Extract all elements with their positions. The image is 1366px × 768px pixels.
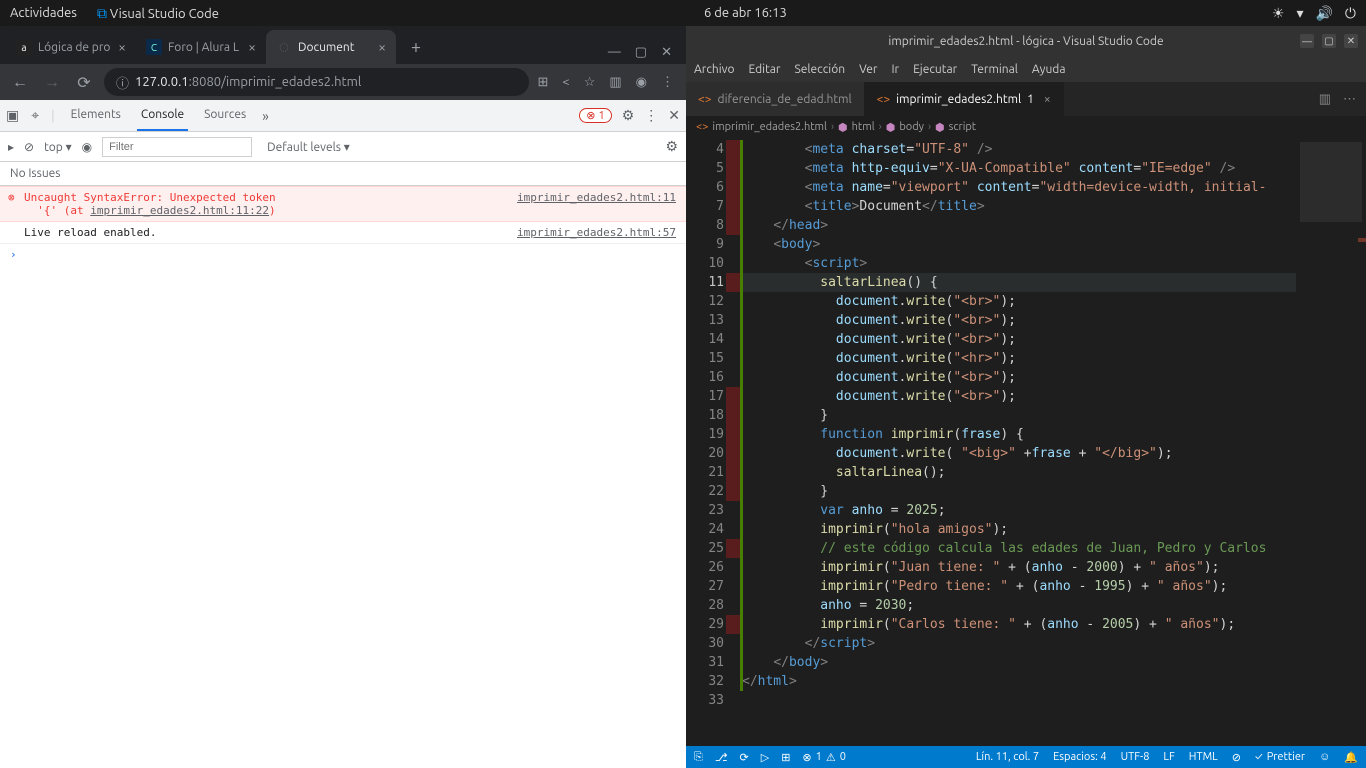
editor-tab-0[interactable]: <>diferencia_de_edad.html [686, 82, 865, 116]
kebab-icon[interactable]: ⋮ [644, 107, 658, 124]
chrome-toolbar: ← → ⟳ ⓘ 127.0.0.1:8080/imprimir_edades2.… [0, 64, 686, 100]
vscode-window: imprimir_edades2.html - lógica - Visual … [686, 26, 1366, 768]
close-icon[interactable]: ✕ [1344, 34, 1358, 48]
address-bar[interactable]: ⓘ 127.0.0.1:8080/imprimir_edades2.html [104, 68, 529, 96]
minimap[interactable] [1296, 138, 1366, 746]
close-window-icon[interactable]: ✕ [661, 45, 672, 60]
power-icon: ⏻ [1345, 5, 1356, 22]
filter-input[interactable] [102, 137, 252, 157]
share-icon[interactable]: < [562, 75, 569, 90]
console-tab[interactable]: Console [137, 100, 188, 131]
inspect-icon[interactable]: ▣ [6, 107, 19, 124]
context-selector[interactable]: top ▾ [44, 140, 72, 154]
more-tabs-icon[interactable]: » [262, 108, 269, 124]
menu-editar[interactable]: Editar [749, 63, 781, 76]
close-icon[interactable]: × [1044, 93, 1051, 106]
profile-icon[interactable]: ◉ [636, 75, 647, 90]
console-error[interactable]: Uncaught SyntaxError: Unexpected token '… [0, 186, 686, 222]
clear-console-icon[interactable]: ⊘ [24, 140, 34, 154]
gnome-top-bar: Actividades ⧉ Visual Studio Code 6 de ab… [0, 0, 1366, 26]
app-indicator[interactable]: ⧉ Visual Studio Code [97, 5, 219, 22]
language-mode[interactable]: HTML [1189, 751, 1218, 764]
chrome-window: aLógica de pro× CForo | Alura L× ◌Docume… [0, 26, 686, 768]
reload-button[interactable]: ⟳ [72, 73, 96, 92]
menu-ejecutar[interactable]: Ejecutar [913, 63, 957, 76]
console-toolbar: ▸ ⊘ top ▾ ◉ Default levels ▾ ⚙ [0, 132, 686, 162]
bookmark-icon[interactable]: ☆ [584, 75, 596, 90]
ports-icon[interactable]: ⊞ [781, 751, 790, 764]
menu-archivo[interactable]: Archivo [694, 63, 735, 76]
go-live-icon[interactable]: ⊘ [1232, 751, 1241, 764]
bell-icon[interactable]: 🔔 [1344, 751, 1358, 764]
vscode-titlebar: imprimir_edades2.html - lógica - Visual … [686, 26, 1366, 56]
breadcrumb[interactable]: <> imprimir_edades2.html ›⬢ html ›⬢ body… [686, 116, 1366, 138]
translate-icon[interactable]: ⊞ [537, 75, 548, 90]
status-bar: ⎘ ⎇ ⟳ ▷ ⊞ ⊗ 1 ⚠ 0 Lín. 11, col. 7 Espaci… [686, 746, 1366, 768]
scm-icon[interactable]: ⎇ [715, 751, 728, 764]
msg-source-link[interactable]: imprimir_edades2.html:57 [517, 226, 676, 239]
brightness-icon: ☀ [1272, 5, 1285, 22]
devtools-tabs: ▣ ⌖ | Elements Console Sources » 1 ⚙ ⋮ ✕ [0, 100, 686, 132]
issues-bar[interactable]: No Issues [0, 162, 686, 186]
eye-icon[interactable]: ◉ [82, 140, 92, 154]
menu-ayuda[interactable]: Ayuda [1032, 63, 1066, 76]
prettier-status[interactable]: ✓ Prettier [1255, 751, 1305, 764]
sidebar-toggle-icon[interactable]: ▸ [8, 140, 14, 154]
settings-icon[interactable]: ⚙ [622, 107, 635, 124]
log-levels[interactable]: Default levels ▾ [262, 137, 355, 157]
close-icon[interactable]: × [248, 39, 256, 55]
sync-icon[interactable]: ⟳ [740, 751, 749, 764]
chrome-tab-2[interactable]: ◌Document× [266, 30, 396, 64]
indentation[interactable]: Espacios: 4 [1053, 751, 1106, 764]
close-devtools-icon[interactable]: ✕ [668, 107, 680, 124]
panel-icon[interactable]: ▥ [609, 75, 621, 90]
error-source-link[interactable]: imprimir_edades2.html:11 [507, 191, 676, 217]
minimize-icon[interactable]: — [608, 45, 621, 60]
menu-icon[interactable]: ⋮ [661, 75, 674, 90]
minimize-icon[interactable]: — [1300, 34, 1314, 48]
encoding[interactable]: UTF-8 [1121, 751, 1150, 764]
close-icon[interactable]: × [118, 39, 126, 55]
menu-ver[interactable]: Ver [859, 63, 877, 76]
code-editor[interactable]: 4567891011121314151617181920212223242526… [686, 138, 1366, 746]
editor-tab-1[interactable]: <>imprimir_edades2.html 1× [865, 82, 1064, 116]
eol[interactable]: LF [1163, 751, 1174, 764]
forward-button[interactable]: → [40, 73, 64, 92]
error-badge[interactable]: 1 [579, 108, 611, 123]
clock[interactable]: 6 de abr 16:13 [219, 6, 1272, 20]
more-actions-icon[interactable]: ⋯ [1343, 92, 1356, 107]
menu-terminal[interactable]: Terminal [971, 63, 1018, 76]
sources-tab[interactable]: Sources [200, 100, 250, 131]
cursor-position[interactable]: Lín. 11, col. 7 [976, 751, 1039, 764]
feedback-icon[interactable]: ☺ [1319, 751, 1330, 764]
debug-icon[interactable]: ▷ [761, 751, 769, 764]
console-message: Live reload enabled. imprimir_edades2.ht… [0, 222, 686, 244]
vscode-menubar: Archivo Editar Selección Ver Ir Ejecutar… [686, 56, 1366, 82]
maximize-icon[interactable]: ▢ [635, 45, 647, 60]
info-icon: ⓘ [116, 73, 129, 92]
close-icon[interactable]: × [378, 39, 386, 55]
back-button[interactable]: ← [8, 73, 32, 92]
maximize-icon[interactable]: ▢ [1322, 34, 1336, 48]
system-tray[interactable]: ☀ ▾ 🔊 ⏻ [1272, 5, 1356, 22]
elements-tab[interactable]: Elements [67, 100, 125, 131]
editor-tab-strip: <>diferencia_de_edad.html <>imprimir_eda… [686, 82, 1366, 116]
menu-ir[interactable]: Ir [891, 63, 899, 76]
chrome-tab-0[interactable]: aLógica de pro× [6, 30, 136, 64]
console-output: Uncaught SyntaxError: Unexpected token '… [0, 186, 686, 768]
console-settings-icon[interactable]: ⚙ [665, 138, 678, 155]
volume-icon: 🔊 [1315, 5, 1332, 22]
chrome-tab-1[interactable]: CForo | Alura L× [136, 30, 266, 64]
chrome-tab-strip: aLógica de pro× CForo | Alura L× ◌Docume… [0, 26, 686, 64]
device-icon[interactable]: ⌖ [31, 107, 39, 124]
console-prompt[interactable]: › [0, 244, 686, 265]
split-editor-icon[interactable]: ▥ [1319, 92, 1331, 107]
wifi-icon: ▾ [1296, 5, 1303, 22]
problems-indicator[interactable]: ⊗ 1 ⚠ 0 [802, 751, 846, 764]
new-tab-button[interactable]: + [402, 33, 430, 61]
activities-button[interactable]: Actividades [10, 6, 77, 20]
menu-seleccion[interactable]: Selección [794, 63, 845, 76]
remote-icon[interactable]: ⎘ [694, 751, 703, 764]
